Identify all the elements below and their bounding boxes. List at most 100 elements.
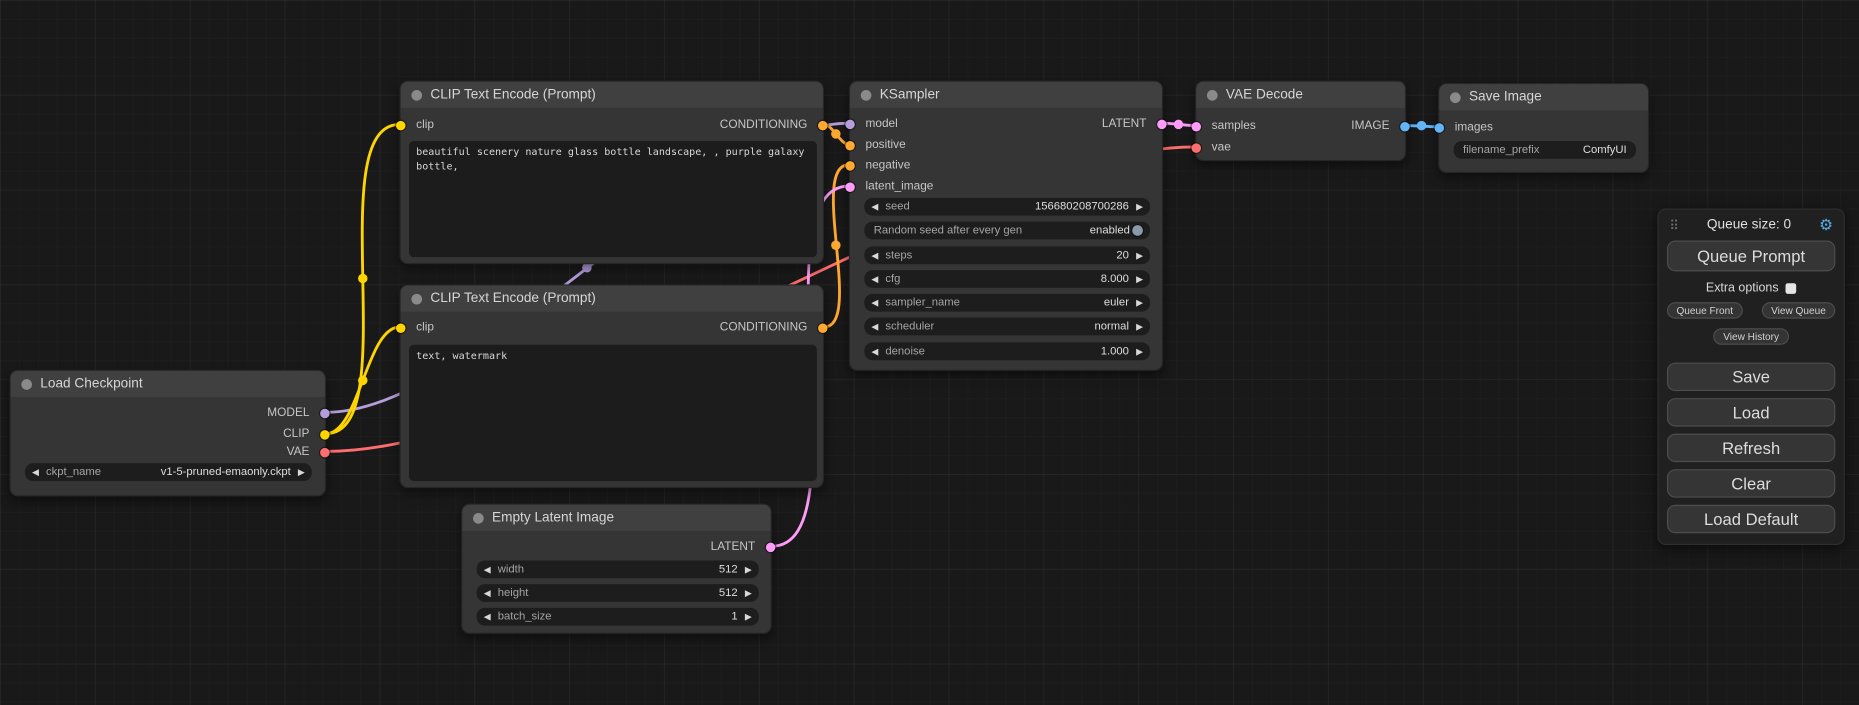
widget-steps[interactable]: ◀ steps 20 ▶ [864,246,1150,264]
node-title-bar[interactable]: CLIP Text Encode (Prompt) [401,82,823,108]
prev-value-icon[interactable]: ◀ [32,463,39,481]
decrement-icon[interactable]: ◀ [871,198,878,216]
next-value-icon[interactable]: ▶ [298,463,305,481]
widget-cfg[interactable]: ◀ cfg 8.000 ▶ [864,270,1150,288]
widget-seed[interactable]: ◀ seed 156680208700286 ▶ [864,198,1150,216]
node-load-checkpoint[interactable]: Load Checkpoint MODEL CLIP VAE ◀ ckpt_na… [9,370,326,497]
input-slot-images-dot[interactable] [1435,123,1444,132]
output-slot-image-dot[interactable] [1400,122,1409,131]
node-title-bar[interactable]: Load Checkpoint [11,371,325,397]
output-slot-conditioning-dot[interactable] [818,121,827,130]
clear-button[interactable]: Clear [1667,469,1835,497]
output-slot-vae-dot[interactable] [320,448,329,457]
collapse-dot-icon[interactable] [473,512,484,523]
view-queue-button[interactable]: View Queue [1762,302,1836,319]
load-button[interactable]: Load [1667,398,1835,426]
prompt-textarea[interactable]: beautiful scenery nature glass bottle la… [409,141,817,257]
node-clip-text-encode-negative[interactable]: CLIP Text Encode (Prompt) clip CONDITION… [400,284,824,488]
node-clip-text-encode-positive[interactable]: CLIP Text Encode (Prompt) clip CONDITION… [400,81,824,265]
widget-value: 1 [731,608,737,626]
prev-value-icon[interactable]: ◀ [871,318,878,336]
node-title-bar[interactable]: Save Image [1439,84,1648,110]
decrement-icon[interactable]: ◀ [484,584,491,602]
prev-value-icon[interactable]: ◀ [871,294,878,312]
refresh-button[interactable]: Refresh [1667,434,1835,462]
node-title-bar[interactable]: Empty Latent Image [462,505,770,531]
input-label-vae: vae [1212,140,1231,155]
input-slot-clip-dot[interactable] [396,121,405,130]
widget-label: sampler_name [885,294,960,312]
output-label-conditioning: CONDITIONING [720,320,808,335]
increment-icon[interactable]: ▶ [1136,270,1143,288]
node-title-bar[interactable]: KSampler [850,82,1162,108]
decrement-icon[interactable]: ◀ [871,270,878,288]
widget-ckpt-name[interactable]: ◀ ckpt_name v1-5-pruned-emaonly.ckpt ▶ [25,463,312,481]
widget-sampler-name[interactable]: ◀ sampler_name euler ▶ [864,294,1150,312]
widget-value: 8.000 [1101,270,1129,288]
node-title-bar[interactable]: VAE Decode [1196,82,1405,108]
increment-icon[interactable]: ▶ [1136,246,1143,264]
save-button[interactable]: Save [1667,363,1835,391]
input-slot-samples-dot[interactable] [1192,122,1201,131]
widget-random-seed-toggle[interactable]: Random seed after every gen enabled [864,222,1150,240]
next-value-icon[interactable]: ▶ [1136,294,1143,312]
input-slot-negative-dot[interactable] [845,161,854,170]
extra-options-checkbox[interactable] [1786,283,1797,294]
output-slot-latent-dot[interactable] [766,543,775,552]
output-slot-model-dot[interactable] [320,409,329,418]
output-slot-clip-dot[interactable] [320,430,329,439]
decrement-icon[interactable]: ◀ [484,608,491,626]
output-slot-latent-dot[interactable] [1157,120,1166,129]
widget-width[interactable]: ◀ width 512 ▶ [477,560,759,578]
collapse-dot-icon[interactable] [1450,92,1461,103]
increment-icon[interactable]: ▶ [1136,342,1143,360]
increment-icon[interactable]: ▶ [1136,198,1143,216]
output-slot-conditioning-dot[interactable] [818,323,827,332]
collapse-dot-icon[interactable] [411,293,422,304]
collapse-dot-icon[interactable] [21,379,32,390]
input-label-clip: clip [416,117,434,132]
node-ksampler[interactable]: KSampler model positive negative latent_… [849,81,1163,371]
link-midpoint-dot [831,129,840,138]
node-save-image[interactable]: Save Image images filename_prefix ComfyU… [1438,83,1649,173]
widget-scheduler[interactable]: ◀ scheduler normal ▶ [864,318,1150,336]
node-title: CLIP Text Encode (Prompt) [430,88,595,102]
input-slot-clip-dot[interactable] [396,323,405,332]
collapse-dot-icon[interactable] [861,89,872,100]
node-vae-decode[interactable]: VAE Decode samples vae IMAGE [1195,81,1406,162]
increment-icon[interactable]: ▶ [745,560,752,578]
input-slot-model-dot[interactable] [845,120,854,129]
collapse-dot-icon[interactable] [411,89,422,100]
extra-options-row: Extra options [1659,281,1844,295]
load-default-button[interactable]: Load Default [1667,505,1835,533]
node-title-bar[interactable]: CLIP Text Encode (Prompt) [401,286,823,312]
decrement-icon[interactable]: ◀ [871,246,878,264]
widget-height[interactable]: ◀ height 512 ▶ [477,584,759,602]
prompt-textarea[interactable]: text, watermark [409,345,817,481]
widget-filename-prefix[interactable]: filename_prefix ComfyUI [1454,141,1637,159]
drag-handle-icon[interactable]: ⠿ [1669,217,1679,232]
widget-batch-size[interactable]: ◀ batch_size 1 ▶ [477,608,759,626]
input-slot-latent-image-dot[interactable] [845,182,854,191]
increment-icon[interactable]: ▶ [745,608,752,626]
queue-front-button[interactable]: Queue Front [1667,302,1743,319]
link-midpoint-dot [358,274,367,283]
input-slot-positive-dot[interactable] [845,141,854,150]
widget-denoise[interactable]: ◀ denoise 1.000 ▶ [864,342,1150,360]
node-empty-latent-image[interactable]: Empty Latent Image LATENT ◀ width 512 ▶ … [461,504,772,634]
widget-label: ckpt_name [46,463,101,481]
queue-prompt-button[interactable]: Queue Prompt [1667,241,1835,272]
increment-icon[interactable]: ▶ [745,584,752,602]
next-value-icon[interactable]: ▶ [1136,318,1143,336]
decrement-icon[interactable]: ◀ [484,560,491,578]
widget-label: steps [885,246,912,264]
toggle-knob[interactable] [1132,225,1143,236]
collapse-dot-icon[interactable] [1207,89,1218,100]
settings-gear-icon[interactable]: ⚙ [1819,216,1833,235]
node-graph-canvas[interactable]: Load Checkpoint MODEL CLIP VAE ◀ ckpt_na… [0,0,1859,705]
output-label-conditioning: CONDITIONING [720,117,808,132]
decrement-icon[interactable]: ◀ [871,342,878,360]
input-slot-vae-dot[interactable] [1192,143,1201,152]
widget-value: 20 [1116,246,1129,264]
view-history-button[interactable]: View History [1714,328,1789,345]
